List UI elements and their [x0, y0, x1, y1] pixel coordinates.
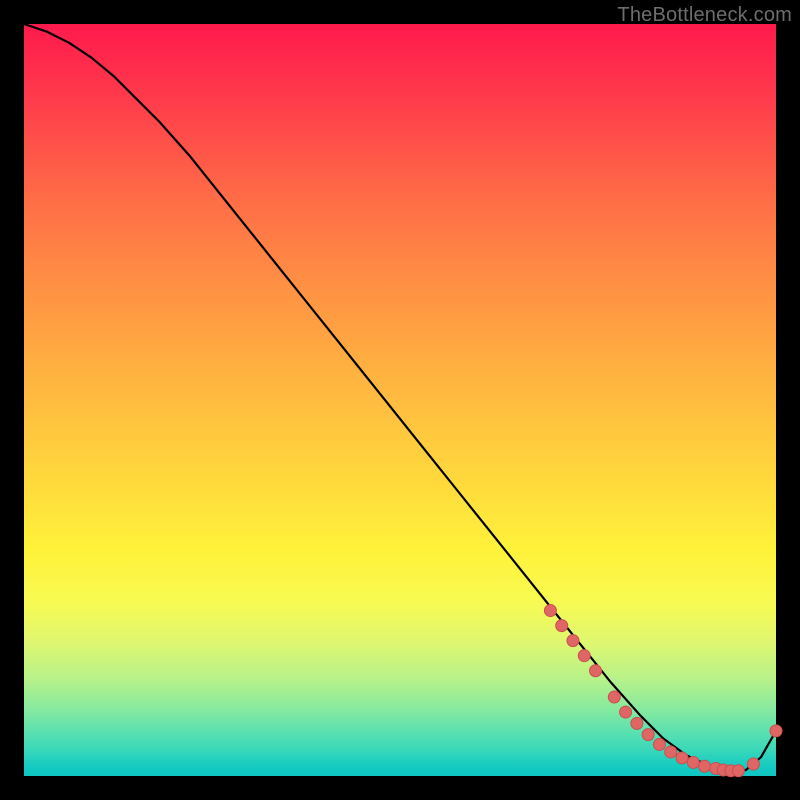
highlight-dots [544, 605, 782, 777]
attribution-text: TheBottleneck.com [617, 4, 792, 27]
data-point [732, 765, 744, 777]
data-point [556, 620, 568, 632]
data-point [620, 706, 632, 718]
data-point [699, 760, 711, 772]
data-point [578, 650, 590, 662]
plot-area [24, 24, 776, 776]
data-point [642, 729, 654, 741]
data-point [747, 758, 759, 770]
data-point [567, 635, 579, 647]
data-point [676, 752, 688, 764]
bottleneck-curve [24, 24, 776, 771]
data-point [770, 725, 782, 737]
data-point [544, 605, 556, 617]
data-point [631, 717, 643, 729]
curve-overlay [24, 24, 776, 776]
data-point [665, 746, 677, 758]
data-point [590, 665, 602, 677]
data-point [608, 691, 620, 703]
data-point [653, 738, 665, 750]
data-point [687, 756, 699, 768]
chart-stage: TheBottleneck.com [0, 0, 800, 800]
